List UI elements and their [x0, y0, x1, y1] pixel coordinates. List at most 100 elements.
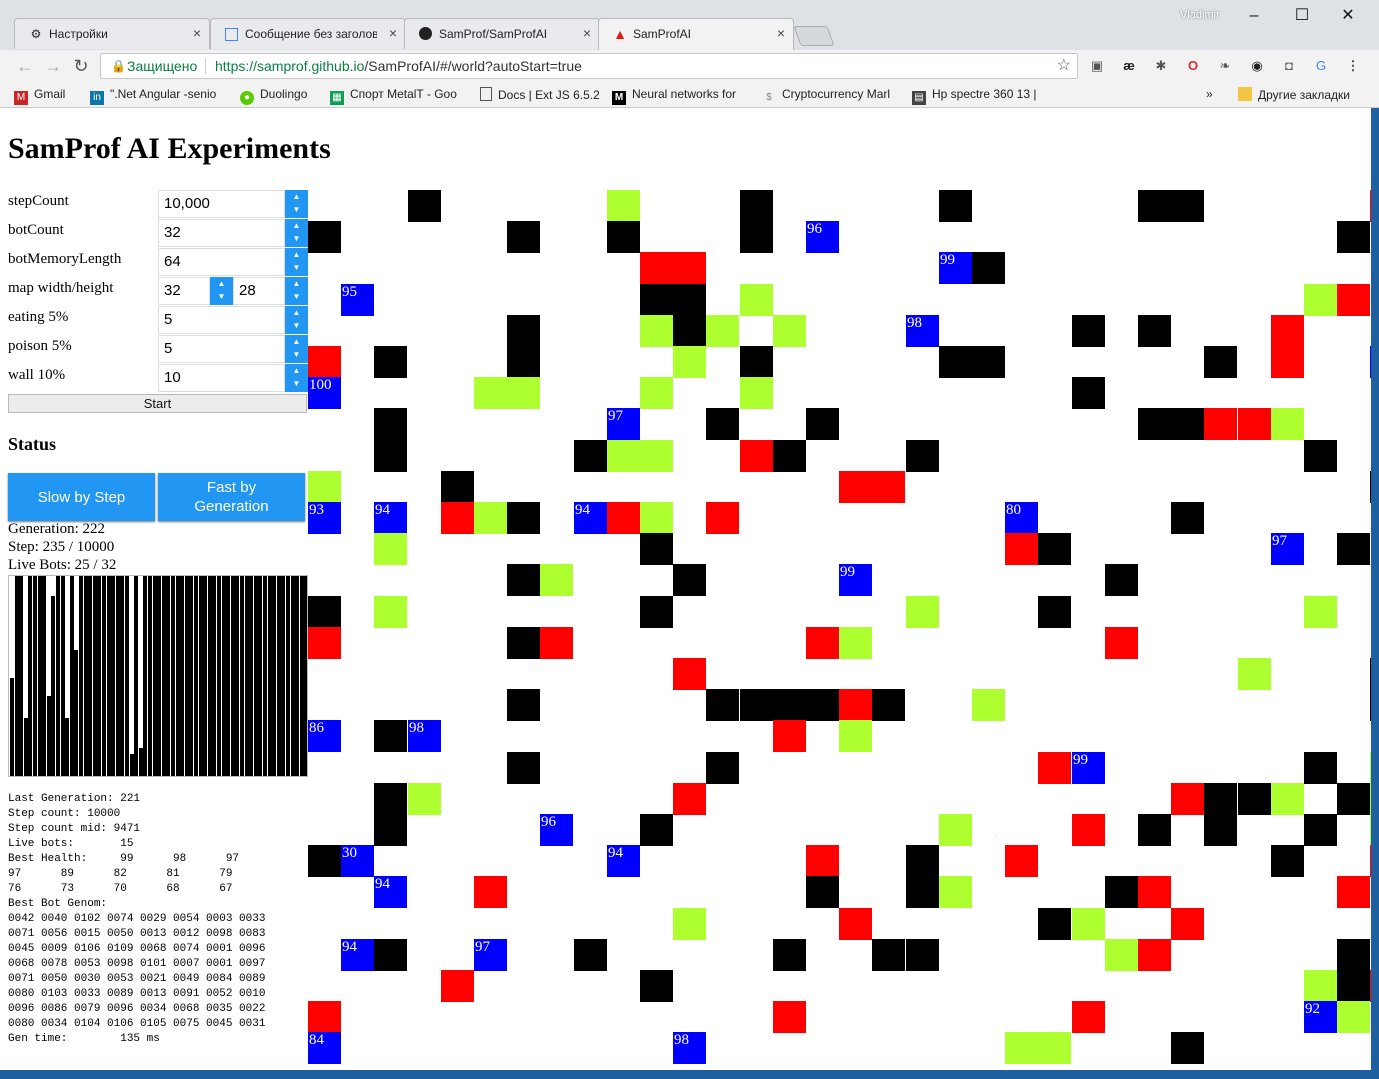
- poison-cell: [1105, 627, 1138, 659]
- translate-extension-icon[interactable]: G: [1312, 57, 1330, 75]
- bot-cell: 100: [308, 377, 341, 409]
- bookmark-star-icon[interactable]: ☆: [1057, 54, 1071, 78]
- bookmark-extjs[interactable]: Docs | Ext JS 6.5.2: [480, 87, 600, 102]
- tab-settings[interactable]: ⚙ Настройки ×: [14, 18, 210, 49]
- bookmark-duolingo[interactable]: ● Duolingo: [240, 87, 307, 105]
- histogram-bar: [83, 576, 88, 776]
- wall-cell: [872, 689, 905, 721]
- histogram-bar: [295, 576, 300, 776]
- bookmark-hp[interactable]: ▤ Hp spectre 360 13 |: [912, 87, 1040, 105]
- maximize-icon[interactable]: ☐: [1288, 4, 1316, 28]
- bookmark-medium[interactable]: M Neural networks for: [612, 87, 740, 105]
- bookmark-linkedin[interactable]: in ".Net Angular -senio: [90, 87, 216, 105]
- forward-icon[interactable]: →: [42, 56, 64, 77]
- map-width-input[interactable]: 32: [158, 277, 210, 305]
- spinner-arrows-icon[interactable]: ▲ ▼: [210, 277, 233, 305]
- wall-cell: [1204, 346, 1237, 378]
- spinner-arrows-icon[interactable]: ▲ ▼: [285, 248, 308, 276]
- wall-input[interactable]: 10: [158, 364, 285, 392]
- lastpass-extension-icon[interactable]: ◉: [1248, 57, 1266, 75]
- close-icon[interactable]: ×: [193, 25, 201, 41]
- minimize-icon[interactable]: –: [1240, 4, 1268, 28]
- bot-cell: 98: [673, 1032, 706, 1064]
- wall-cell: [806, 876, 839, 908]
- bot-count-input[interactable]: 32: [158, 219, 285, 247]
- spinner-arrows-icon[interactable]: ▲ ▼: [285, 306, 308, 334]
- profile-name[interactable]: Vladimir: [1180, 9, 1220, 21]
- tab-samprofai[interactable]: ▲ SamProfAI ×: [598, 18, 794, 50]
- step-count-input[interactable]: 10,000: [158, 190, 285, 218]
- wall-cell: [374, 408, 407, 440]
- wall-cell: [1038, 533, 1071, 565]
- spinner-arrows-icon[interactable]: ▲ ▼: [285, 364, 308, 392]
- new-tab-button[interactable]: [793, 26, 835, 46]
- tab-github[interactable]: SamProf/SamProfAI ×: [404, 18, 600, 49]
- field-label: stepCount: [8, 193, 69, 209]
- address-bar[interactable]: 🔒 Защищено https://samprof.github.io/Sam…: [100, 53, 1078, 79]
- angular-icon: ▲: [613, 26, 627, 42]
- eating-input[interactable]: 5: [158, 306, 285, 334]
- histogram-bar: [194, 576, 198, 776]
- bot-cell: 80: [1005, 502, 1038, 534]
- wall-cell: [1038, 908, 1071, 940]
- spinner-arrows-icon[interactable]: ▲ ▼: [285, 190, 308, 218]
- url-text[interactable]: https://samprof.github.io/SamProfAI/#/wo…: [215, 54, 582, 78]
- bookmark-other[interactable]: Другие закладки: [1238, 87, 1350, 102]
- leaf-extension-icon[interactable]: ❧: [1216, 57, 1234, 75]
- spinner-arrows-icon[interactable]: ▲ ▼: [285, 335, 308, 363]
- ae-extension-icon[interactable]: æ: [1120, 57, 1138, 75]
- bookmark-gmail[interactable]: M Gmail: [14, 87, 65, 105]
- food-cell: [1271, 783, 1304, 815]
- shop-icon: ▤: [912, 91, 926, 105]
- close-icon[interactable]: ×: [583, 25, 591, 41]
- poison-input[interactable]: 5: [158, 335, 285, 363]
- poison-cell: [1038, 752, 1071, 784]
- toolbar: ← → ↻ 🔒 Защищено https://samprof.github.…: [0, 50, 1379, 83]
- reload-icon[interactable]: ↻: [70, 56, 92, 77]
- close-icon[interactable]: ×: [389, 25, 397, 41]
- map-height-input[interactable]: 28: [233, 277, 285, 305]
- histogram-bar: [120, 576, 125, 776]
- bot-memory-input[interactable]: 64: [158, 248, 285, 276]
- histogram-bar: [60, 576, 65, 776]
- wall-cell: [806, 689, 839, 721]
- fast-by-generation-button[interactable]: Fast by Generation: [158, 473, 305, 521]
- bookmark-crypto[interactable]: $ Cryptocurrency Marl: [762, 87, 894, 105]
- wall-cell: [906, 845, 939, 877]
- wall-cell: [773, 440, 806, 472]
- medium-icon: M: [612, 91, 626, 105]
- spinner-arrows-icon[interactable]: ▲ ▼: [285, 219, 308, 247]
- food-cell: [1072, 908, 1105, 940]
- food-cell: [706, 315, 739, 347]
- wall-cell: [1138, 814, 1171, 846]
- world-map: 9699959897100979394948097998698999630949…: [308, 190, 1371, 1070]
- bookmark-sheets[interactable]: ▦ Спорт MetalT - Goo: [330, 87, 460, 105]
- poison-cell: [872, 471, 905, 503]
- histogram-bar: [203, 576, 208, 776]
- wall-cell: [607, 221, 640, 253]
- poison-cell: [640, 252, 673, 284]
- close-icon[interactable]: ×: [777, 25, 785, 41]
- histogram-bar: [46, 696, 51, 776]
- close-window-icon[interactable]: ✕: [1334, 4, 1362, 28]
- menu-icon[interactable]: ⋮: [1344, 57, 1362, 75]
- poison-cell: [1337, 876, 1370, 908]
- histogram-bar: [42, 576, 47, 776]
- histogram-bar: [207, 576, 212, 776]
- back-icon[interactable]: ←: [14, 56, 36, 77]
- wall-cell: [308, 845, 341, 877]
- tab-message[interactable]: Сообщение без заголов ×: [210, 18, 406, 49]
- wall-cell: [1304, 440, 1337, 472]
- poison-cell: [1271, 346, 1304, 378]
- url-host: https://samprof.github.io: [215, 58, 365, 74]
- puzzle-extension-icon[interactable]: ✱: [1152, 57, 1170, 75]
- wall-cell: [507, 346, 540, 378]
- pocket-extension-icon[interactable]: ◘: [1280, 57, 1298, 75]
- slow-by-step-button[interactable]: Slow by Step: [8, 473, 155, 521]
- poison-cell: [1072, 1001, 1105, 1033]
- camera-icon[interactable]: ▣: [1088, 57, 1106, 75]
- opera-extension-icon[interactable]: O: [1184, 57, 1202, 75]
- spinner-arrows-icon[interactable]: ▲ ▼: [285, 277, 308, 305]
- more-bookmarks-icon[interactable]: »: [1206, 87, 1213, 101]
- start-button[interactable]: Start: [8, 394, 307, 413]
